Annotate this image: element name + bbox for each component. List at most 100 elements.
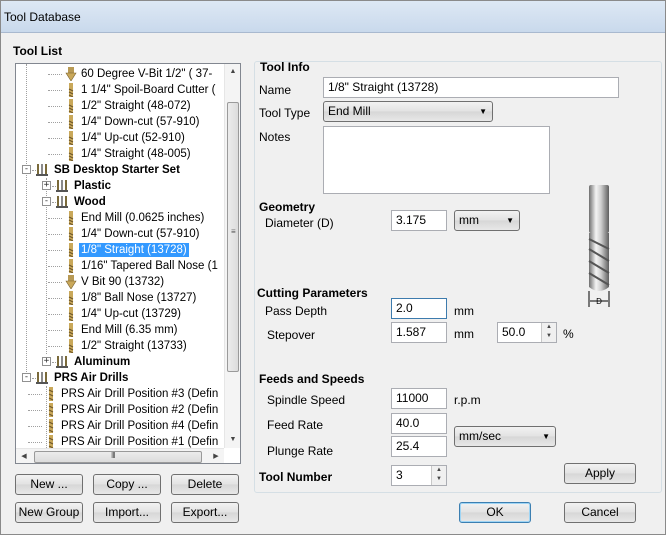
vbit-icon bbox=[64, 67, 78, 82]
collapse-icon[interactable]: - bbox=[22, 165, 31, 174]
bit-icon bbox=[64, 83, 78, 98]
rate-units-select[interactable]: mm/sec ▼ bbox=[454, 426, 556, 447]
tree-item-label: PRS Air Drill Position #4 (Defin bbox=[61, 420, 219, 432]
tree-item-label: V Bit 90 (13732) bbox=[81, 276, 165, 288]
diameter-input[interactable]: 3.175 bbox=[391, 210, 447, 231]
tool-number-spin-buttons[interactable]: ▲ ▼ bbox=[431, 466, 446, 485]
tree-tool-item[interactable]: 1/4" Down-cut (57-910) bbox=[16, 114, 224, 130]
tree-tool-item[interactable]: 1/4" Down-cut (57-910) bbox=[16, 226, 224, 242]
bit-icon bbox=[64, 131, 78, 146]
ok-button[interactable]: OK bbox=[459, 502, 531, 523]
export-button[interactable]: Export... bbox=[171, 502, 239, 523]
feed-rate-input[interactable]: 40.0 bbox=[391, 413, 447, 434]
pass-depth-input[interactable]: 2.0 bbox=[391, 298, 447, 319]
tree-tool-item[interactable]: V Bit 90 (13732) bbox=[16, 274, 224, 290]
tree-tool-item[interactable]: PRS Air Drill Position #3 (Defin bbox=[16, 386, 224, 402]
tree-tool-item[interactable]: 1/4" Straight (48-005) bbox=[16, 146, 224, 162]
drill-icon bbox=[44, 435, 58, 448]
collapse-icon[interactable]: - bbox=[42, 197, 51, 206]
tree-horizontal-scrollbar[interactable]: ◀ III ▶ bbox=[16, 448, 224, 463]
group-icon bbox=[56, 179, 70, 193]
delete-tool-button[interactable]: Delete bbox=[171, 474, 239, 495]
plunge-rate-input[interactable]: 25.4 bbox=[391, 436, 447, 457]
collapse-icon[interactable]: - bbox=[22, 373, 31, 382]
tree-group-item[interactable]: - PRS Air Drills bbox=[16, 370, 224, 386]
bit-icon bbox=[64, 339, 78, 354]
stepover-input[interactable]: 1.587 bbox=[391, 322, 447, 343]
tree-tool-item[interactable]: End Mill (6.35 mm) bbox=[16, 322, 224, 338]
tree-tool-item[interactable]: 1/4" Up-cut (13729) bbox=[16, 306, 224, 322]
tree-vertical-scrollbar[interactable]: ▲ ≡ ▼ bbox=[224, 64, 240, 448]
stepover-unit: mm bbox=[454, 327, 474, 341]
spin-up-icon[interactable]: ▲ bbox=[542, 323, 556, 332]
notes-label: Notes bbox=[259, 130, 291, 144]
tree-item-label: 1/4" Up-cut (13729) bbox=[81, 308, 181, 320]
expand-icon[interactable]: + bbox=[42, 357, 51, 366]
tree-group-item[interactable]: + Plastic bbox=[16, 178, 224, 194]
new-group-button[interactable]: New Group bbox=[15, 502, 83, 523]
tree-tool-item[interactable]: 1/4" Up-cut (52-910) bbox=[16, 130, 224, 146]
chevron-down-icon: ▼ bbox=[506, 216, 514, 225]
import-button[interactable]: Import... bbox=[93, 502, 161, 523]
end-mill-diagram-icon: D bbox=[588, 185, 610, 307]
spindle-speed-input[interactable]: 11000 bbox=[391, 388, 447, 409]
tree-item-label: End Mill (0.0625 inches) bbox=[81, 212, 205, 224]
tree-tool-item[interactable]: PRS Air Drill Position #1 (Defin bbox=[16, 434, 224, 448]
scroll-left-arrow-icon[interactable]: ◀ bbox=[16, 449, 32, 463]
vbit-icon bbox=[64, 275, 78, 290]
tree-group-item[interactable]: - SB Desktop Starter Set bbox=[16, 162, 224, 178]
scroll-up-arrow-icon[interactable]: ▲ bbox=[225, 64, 240, 80]
tool-number-label: Tool Number bbox=[259, 470, 333, 484]
tree-item-label: 1/4" Down-cut (57-910) bbox=[81, 116, 200, 128]
bit-icon bbox=[64, 211, 78, 226]
tree-tool-item[interactable]: PRS Air Drill Position #2 (Defin bbox=[16, 402, 224, 418]
tree-item-label: 1/16" Tapered Ball Nose (1 bbox=[81, 260, 218, 272]
drill-icon bbox=[44, 403, 58, 417]
new-tool-button[interactable]: New ... bbox=[15, 474, 83, 495]
spin-up-icon[interactable]: ▲ bbox=[432, 466, 446, 475]
bit-shank bbox=[589, 185, 609, 233]
tree-item-label: 1/2" Straight (13733) bbox=[81, 340, 187, 352]
tree-group-item[interactable]: - Wood bbox=[16, 194, 224, 210]
tool-tree[interactable]: 60 Degree V-Bit 1/2" ( 37- 1 1/4" Spoil-B… bbox=[15, 63, 241, 464]
group-icon bbox=[36, 371, 50, 385]
stepover-percent-spinner[interactable]: 50.0 ▲ ▼ bbox=[497, 322, 557, 343]
copy-tool-button[interactable]: Copy ... bbox=[93, 474, 161, 495]
apply-button[interactable]: Apply bbox=[564, 463, 636, 484]
tool-name-input[interactable]: 1/8" Straight (13728) bbox=[323, 77, 619, 98]
cancel-button[interactable]: Cancel bbox=[564, 502, 636, 523]
spin-down-icon[interactable]: ▼ bbox=[542, 332, 556, 341]
tree-tool-item[interactable]: 1/8" Ball Nose (13727) bbox=[16, 290, 224, 306]
feed-rate-label: Feed Rate bbox=[267, 418, 324, 432]
expand-icon[interactable]: + bbox=[42, 181, 51, 190]
stepover-spin-buttons[interactable]: ▲ ▼ bbox=[541, 323, 556, 342]
tool-type-label: Tool Type bbox=[259, 106, 311, 120]
tree-item-label: 1/4" Up-cut (52-910) bbox=[81, 132, 185, 144]
tree-tool-item[interactable]: 1/16" Tapered Ball Nose (1 bbox=[16, 258, 224, 274]
tree-item-label: 1/8" Ball Nose (13727) bbox=[81, 292, 197, 304]
tree-tool-item[interactable]: 60 Degree V-Bit 1/2" ( 37- bbox=[16, 66, 224, 82]
tree-tool-item[interactable]: PRS Air Drill Position #4 (Defin bbox=[16, 418, 224, 434]
tree-tool-item[interactable]: 1/2" Straight (48-072) bbox=[16, 98, 224, 114]
scroll-right-arrow-icon[interactable]: ▶ bbox=[208, 449, 224, 463]
spin-down-icon[interactable]: ▼ bbox=[432, 475, 446, 484]
diameter-units-select[interactable]: mm ▼ bbox=[454, 210, 520, 231]
horizontal-scroll-thumb[interactable]: III bbox=[34, 451, 202, 463]
tree-tool-item[interactable]: End Mill (0.0625 inches) bbox=[16, 210, 224, 226]
tool-number-value: 3 bbox=[396, 468, 403, 482]
title-bar[interactable]: Tool Database bbox=[1, 1, 665, 33]
tree-tool-item[interactable]: 1/2" Straight (13733) bbox=[16, 338, 224, 354]
scroll-down-arrow-icon[interactable]: ▼ bbox=[225, 432, 240, 448]
tree-tool-item[interactable]: 1/8" Straight (13728) bbox=[16, 242, 224, 258]
tree-item-label: PRS Air Drill Position #1 (Defin bbox=[61, 436, 219, 448]
bit-icon bbox=[64, 291, 78, 306]
tool-number-spinner[interactable]: 3 ▲ ▼ bbox=[391, 465, 447, 486]
vertical-scroll-thumb[interactable]: ≡ bbox=[227, 102, 239, 372]
pass-depth-unit: mm bbox=[454, 304, 474, 318]
tree-item-label: Wood bbox=[74, 196, 106, 208]
tree-group-item[interactable]: + Aluminum bbox=[16, 354, 224, 370]
notes-textarea[interactable] bbox=[323, 126, 550, 194]
tree-tool-item[interactable]: 1 1/4" Spoil-Board Cutter ( bbox=[16, 82, 224, 98]
tool-type-select[interactable]: End Mill ▼ bbox=[323, 101, 493, 122]
group-icon bbox=[56, 355, 70, 369]
